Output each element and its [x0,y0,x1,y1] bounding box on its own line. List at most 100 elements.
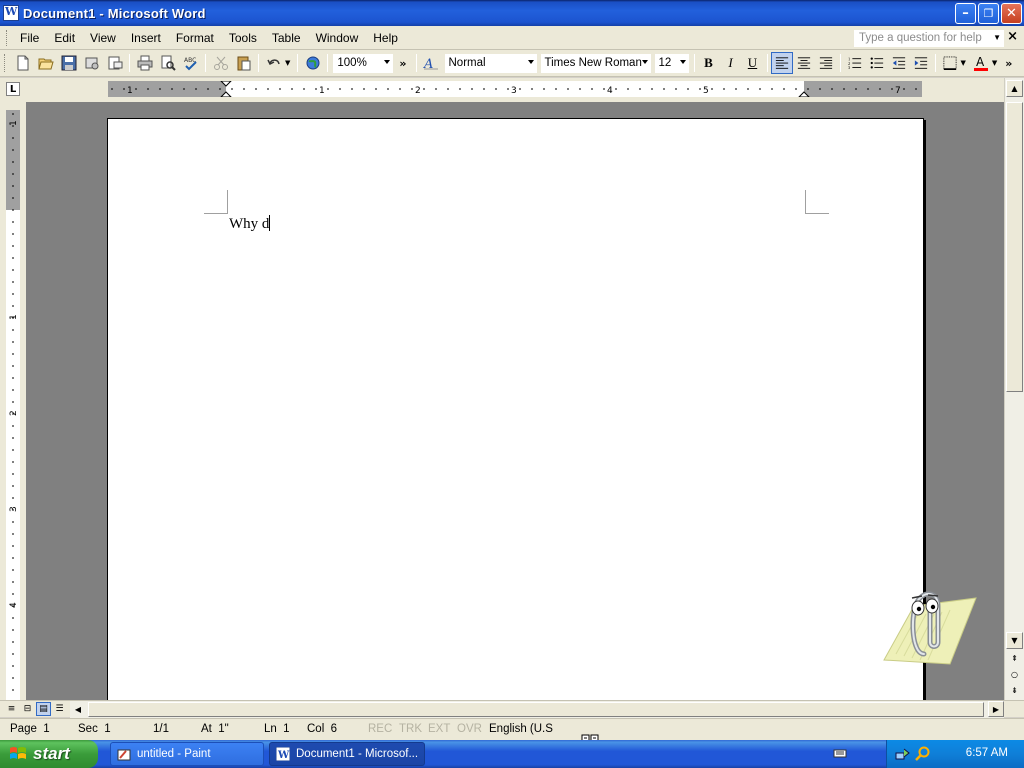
network-icon[interactable] [895,746,911,765]
search-icon[interactable] [915,746,931,765]
normal-view-button[interactable]: ≡ [4,702,19,716]
menu-table[interactable]: Table [266,29,307,47]
underline-button[interactable]: U [742,52,764,74]
ruler-label: 3 [511,86,517,96]
language-bar-icon[interactable] [833,746,847,763]
clock[interactable]: 6:57 AM [966,747,1008,759]
toolbar-options-icon[interactable]: » [399,57,406,70]
scroll-down-button[interactable]: ▼ [1006,632,1023,649]
toolbar-separator [693,54,695,72]
double-arrow-up-icon: ⇞ [1011,654,1018,663]
next-page-button[interactable]: ⇟ [1006,682,1023,699]
menu-format[interactable]: Format [170,29,220,47]
document-area[interactable]: Why d [26,102,1004,700]
close-document-icon[interactable]: × [1007,29,1018,44]
close-button[interactable]: ✕ [1001,3,1022,24]
style-value: Normal [448,57,486,69]
chevron-down-icon[interactable]: ▼ [993,33,1001,42]
font-color-button[interactable]: A [970,52,992,74]
status-section: Sec 1 [78,723,111,735]
select-browse-object-button[interactable]: ○ [1006,666,1023,683]
email-button[interactable] [103,52,126,74]
permission-icon [85,57,98,70]
menu-edit[interactable]: Edit [48,29,81,47]
ruler-label: 2 [415,86,421,96]
print-preview-button[interactable] [156,52,179,74]
menu-insert[interactable]: Insert [125,29,167,47]
style-select[interactable]: Normal [444,53,537,73]
office-assistant-clippy[interactable] [880,584,980,672]
bullets-button[interactable] [866,52,888,74]
italic-button[interactable]: I [720,52,742,74]
undo-dropdown-icon[interactable]: ▼ [285,59,290,67]
permission-button[interactable] [80,52,103,74]
vertical-scroll-thumb[interactable] [1006,102,1023,392]
globe-link-icon [306,56,320,70]
font-select[interactable]: Times New Roman [540,53,651,73]
save-button[interactable] [57,52,80,74]
status-ovr[interactable]: OVR [457,723,482,735]
menu-file[interactable]: File [14,29,45,47]
menu-grip[interactable] [6,29,10,46]
numbering-button[interactable]: 123 [844,52,866,74]
open-button[interactable] [34,52,57,74]
outline-view-button[interactable]: ☰ [52,702,67,716]
toolbar-grip[interactable] [4,54,8,72]
horizontal-ruler[interactable]: 1 1 2 3 4 5 7 [108,81,922,97]
horizontal-scrollbar[interactable]: ◀ ▶ [70,701,1004,718]
increase-indent-button[interactable] [910,52,932,74]
print-layout-view-button[interactable]: ▤ [36,702,51,716]
help-question-box[interactable]: Type a question for help ▼ [854,30,1004,47]
status-language[interactable]: English (U.S [489,723,553,735]
horizontal-scroll-thumb[interactable] [88,702,984,717]
chevron-down-icon [641,59,648,64]
print-button[interactable] [133,52,156,74]
document-page[interactable]: Why d [107,118,924,700]
menu-tools[interactable]: Tools [223,29,263,47]
indent-marker[interactable] [220,81,232,97]
styles-formatting-button[interactable]: A [420,52,443,74]
taskbar-item-paint[interactable]: untitled - Paint [110,742,264,766]
insert-hyperlink-button[interactable] [301,52,324,74]
start-button[interactable]: start [0,740,98,768]
cut-button[interactable] [209,52,232,74]
font-size-select[interactable]: 12 [654,53,689,73]
vertical-ruler[interactable]: 1 1 2 3 4 [6,110,20,700]
document-text[interactable]: Why d [229,215,271,233]
status-ext[interactable]: EXT [428,723,450,735]
right-indent-marker[interactable] [798,91,810,97]
zoom-select[interactable]: 100% [333,53,394,73]
save-disk-icon [61,55,76,71]
paste-button[interactable] [232,52,255,74]
align-right-button[interactable] [815,52,837,74]
previous-page-button[interactable]: ⇞ [1006,650,1023,667]
status-trk[interactable]: TRK [399,723,422,735]
new-button[interactable] [11,52,34,74]
web-layout-view-button[interactable]: ⊟ [20,702,35,716]
borders-dropdown-icon[interactable]: ▼ [961,59,966,67]
align-center-button[interactable] [793,52,815,74]
ruler-label: 1 [9,314,19,320]
align-left-button[interactable] [770,52,793,74]
tab-stop-selector[interactable]: L [6,82,20,96]
menu-window[interactable]: Window [310,29,365,47]
menu-help[interactable]: Help [367,29,404,47]
font-color-dropdown-icon[interactable]: ▼ [992,59,997,67]
status-rec[interactable]: REC [368,723,392,735]
decrease-indent-button[interactable] [888,52,910,74]
undo-button[interactable] [262,52,285,74]
title-bar[interactable]: Document1 - Microsoft Word – ❐ ✕ [0,0,1024,26]
scroll-left-button[interactable]: ◀ [70,701,86,717]
scroll-right-button[interactable]: ▶ [988,701,1004,717]
restore-button[interactable]: ❐ [978,3,999,24]
borders-button[interactable] [939,52,961,74]
spelling-button[interactable]: ABC [179,52,202,74]
menu-view[interactable]: View [84,29,122,47]
bold-button[interactable]: B [698,52,720,74]
word-app-icon[interactable] [3,5,19,21]
minimize-button[interactable]: – [955,3,976,24]
scroll-up-button[interactable]: ▲ [1006,80,1023,97]
taskbar-item-word[interactable]: W Document1 - Microsof... [269,742,425,766]
toolbar-options-icon[interactable]: » [1005,57,1012,70]
vertical-scrollbar[interactable]: ▲ ▼ ⇞ ○ ⇟ [1004,78,1024,700]
